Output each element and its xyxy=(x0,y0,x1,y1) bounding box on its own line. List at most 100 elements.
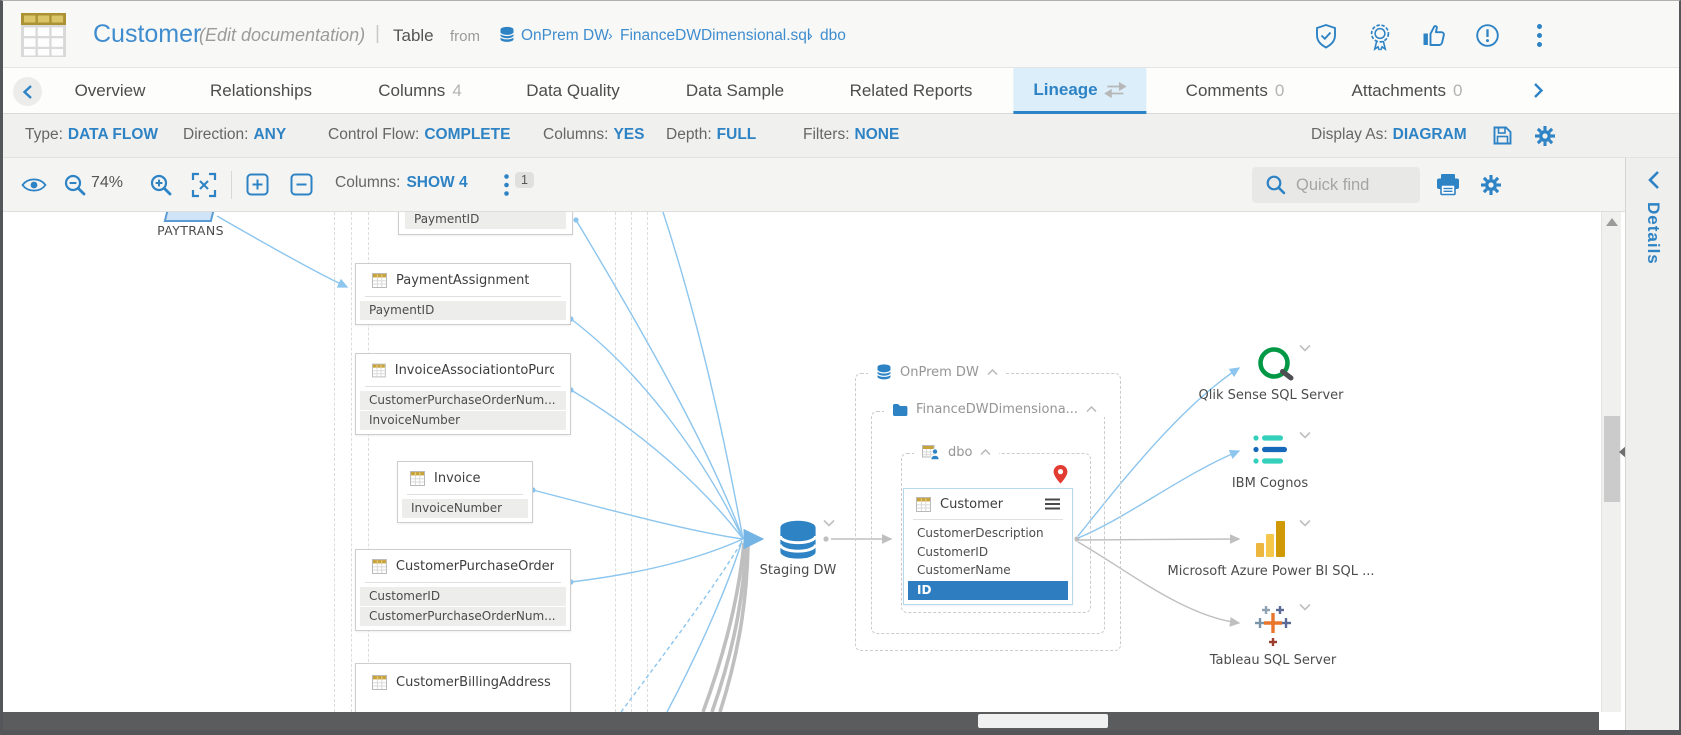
horizontal-scrollbar-thumb[interactable] xyxy=(978,714,1108,728)
vertical-scrollbar-thumb[interactable] xyxy=(1604,416,1620,502)
diagram-settings-gear-icon[interactable] xyxy=(1479,173,1503,202)
node-label-staging-dw[interactable]: Staging DW xyxy=(748,563,848,578)
kebab-menu-icon[interactable] xyxy=(1536,23,1564,53)
print-icon[interactable] xyxy=(1435,173,1461,202)
zoom-out-icon[interactable] xyxy=(63,173,87,202)
chevron-down-icon[interactable] xyxy=(823,519,835,527)
table-node-invoice[interactable]: Invoice InvoiceNumber xyxy=(397,461,533,523)
expand-all-icon[interactable] xyxy=(246,173,269,201)
tableau-logo[interactable] xyxy=(1252,604,1294,648)
table-icon xyxy=(372,675,387,690)
chevron-down-icon[interactable] xyxy=(1299,344,1311,352)
column-row[interactable]: PaymentID xyxy=(405,212,566,229)
tab-relationships[interactable]: Relationships xyxy=(210,68,312,114)
column-row[interactable]: CustomerDescription xyxy=(908,525,1068,543)
tabs-scroll-right-button[interactable] xyxy=(1533,82,1544,104)
details-panel-tab[interactable]: Details xyxy=(1643,202,1663,265)
tabs-scroll-left-button[interactable] xyxy=(13,77,42,106)
tab-comments[interactable]: Comments0 xyxy=(1186,68,1285,114)
fit-to-screen-icon[interactable] xyxy=(191,172,217,203)
column-row-selected[interactable]: ID xyxy=(908,581,1068,600)
certification-badge-icon[interactable] xyxy=(1368,23,1396,53)
breadcrumb-database[interactable]: OnPrem DW xyxy=(521,27,609,45)
edit-documentation-link[interactable]: (Edit documentation) xyxy=(199,25,365,46)
cognos-logo[interactable] xyxy=(1253,434,1291,466)
column-row[interactable]: CustomerName xyxy=(908,562,1068,580)
zoom-level: 74% xyxy=(91,174,123,192)
node-label-paytrans[interactable]: PAYTRANS xyxy=(143,223,238,238)
display-as-selector[interactable]: Display As:DIAGRAM xyxy=(1311,126,1467,144)
scroll-up-arrow[interactable] xyxy=(1606,218,1618,226)
chevron-up-icon[interactable] xyxy=(987,369,998,376)
object-type-label: Table xyxy=(393,26,434,46)
filter-direction[interactable]: Direction:ANY xyxy=(183,126,286,144)
paytrans-flatfile-icon[interactable] xyxy=(164,212,217,222)
chevron-up-icon[interactable] xyxy=(1086,406,1097,413)
tab-attachments[interactable]: Attachments0 xyxy=(1352,68,1463,114)
group-label-onprem-dw[interactable]: OnPrem DW xyxy=(868,364,1006,380)
powerbi-logo[interactable] xyxy=(1255,520,1289,558)
table-object-icon xyxy=(20,12,67,58)
vertical-scrollbar[interactable] xyxy=(1601,212,1621,712)
collapse-all-icon[interactable] xyxy=(290,173,313,201)
column-row[interactable]: PaymentID xyxy=(360,301,566,320)
tab-related-reports[interactable]: Related Reports xyxy=(850,68,973,114)
zoom-in-icon[interactable] xyxy=(149,173,173,202)
columns-show-selector[interactable]: Columns:SHOW 4 xyxy=(335,174,468,192)
chevron-down-icon[interactable] xyxy=(1299,431,1311,439)
chevron-down-icon[interactable] xyxy=(1299,603,1311,611)
table-node-payment-assignment[interactable]: PaymentAssignment PaymentID xyxy=(355,263,571,325)
column-row[interactable]: CustomerPurchaseOrderNum... xyxy=(360,607,566,626)
tab-overview[interactable]: Overview xyxy=(75,68,146,114)
tab-lineage[interactable]: Lineage xyxy=(1013,68,1146,114)
group-label-dbo[interactable]: dbo xyxy=(914,444,999,460)
toolbar-kebab-icon[interactable] xyxy=(503,173,510,202)
table-icon xyxy=(916,497,931,512)
qlik-logo[interactable] xyxy=(1255,345,1295,385)
tab-columns[interactable]: Columns4 xyxy=(378,68,462,114)
filter-filters[interactable]: Filters:NONE xyxy=(803,126,899,144)
shield-check-icon[interactable] xyxy=(1314,23,1342,53)
chevron-up-icon[interactable] xyxy=(980,449,991,456)
lineage-diagram-canvas[interactable]: PAYTRANS PaymentID PaymentAssignment Pay… xyxy=(3,212,1599,712)
horizontal-scrollbar[interactable] xyxy=(3,712,1599,730)
diagram-toolbar: 74% Columns:SHOW 4 1 xyxy=(3,158,1625,212)
target-label-tableau[interactable]: Tableau SQL Server xyxy=(1183,653,1363,668)
filter-type[interactable]: Type:DATA FLOW xyxy=(25,126,158,144)
breadcrumb-file[interactable]: FinanceDWDimensional.sql xyxy=(620,27,810,45)
tab-data-sample[interactable]: Data Sample xyxy=(686,68,784,114)
preview-eye-icon[interactable] xyxy=(21,176,47,199)
target-label-powerbi[interactable]: Microsoft Azure Power BI SQL ... xyxy=(1163,564,1379,579)
target-label-cognos[interactable]: IBM Cognos xyxy=(1190,476,1350,491)
search-icon xyxy=(1265,174,1287,201)
hamburger-menu-icon[interactable] xyxy=(1045,498,1060,510)
lineage-settings-gear-icon[interactable] xyxy=(1533,124,1557,153)
filter-depth[interactable]: Depth:Depth:FULL xyxy=(666,126,756,144)
lane-divider xyxy=(351,212,352,712)
table-node-clipped[interactable]: PaymentID xyxy=(398,212,573,235)
table-node-customer-billing-address[interactable]: CustomerBillingAddress xyxy=(355,663,571,712)
staging-dw-database-icon[interactable] xyxy=(776,520,820,560)
group-label-finance-dw-file[interactable]: FinanceDWDimensiona... xyxy=(884,402,1105,417)
breadcrumb-separator: › xyxy=(604,27,617,43)
filter-columns[interactable]: Columns:YES xyxy=(543,126,644,144)
alert-circle-icon[interactable] xyxy=(1475,23,1503,53)
column-row[interactable]: CustomerPurchaseOrderNum... xyxy=(360,391,566,410)
tab-data-quality[interactable]: Data Quality xyxy=(526,68,620,114)
table-node-customer-purchase-order[interactable]: CustomerPurchaseOrder CustomerID Custome… xyxy=(355,549,571,631)
column-row[interactable]: InvoiceNumber xyxy=(360,411,566,430)
lane-divider xyxy=(615,212,616,712)
details-expand-chevron-icon[interactable] xyxy=(1647,170,1660,190)
target-label-qlik[interactable]: Qlik Sense SQL Server xyxy=(1191,388,1351,403)
table-node-invoice-association[interactable]: InvoiceAssociationtoPurc... CustomerPurc… xyxy=(355,353,571,435)
save-icon[interactable] xyxy=(1492,125,1513,151)
breadcrumb-schema[interactable]: dbo xyxy=(820,27,846,45)
app-window: Customer (Edit documentation) | Table fr… xyxy=(0,0,1681,735)
filter-control-flow[interactable]: Control Flow:COMPLETE xyxy=(328,126,510,144)
column-row[interactable]: InvoiceNumber xyxy=(402,499,528,518)
column-row[interactable]: CustomerID xyxy=(360,587,566,606)
column-row[interactable]: CustomerID xyxy=(908,544,1068,562)
thumbs-up-icon[interactable] xyxy=(1421,23,1449,53)
chevron-down-icon[interactable] xyxy=(1299,519,1311,527)
table-node-customer[interactable]: Customer CustomerDescription CustomerID … xyxy=(903,488,1073,605)
